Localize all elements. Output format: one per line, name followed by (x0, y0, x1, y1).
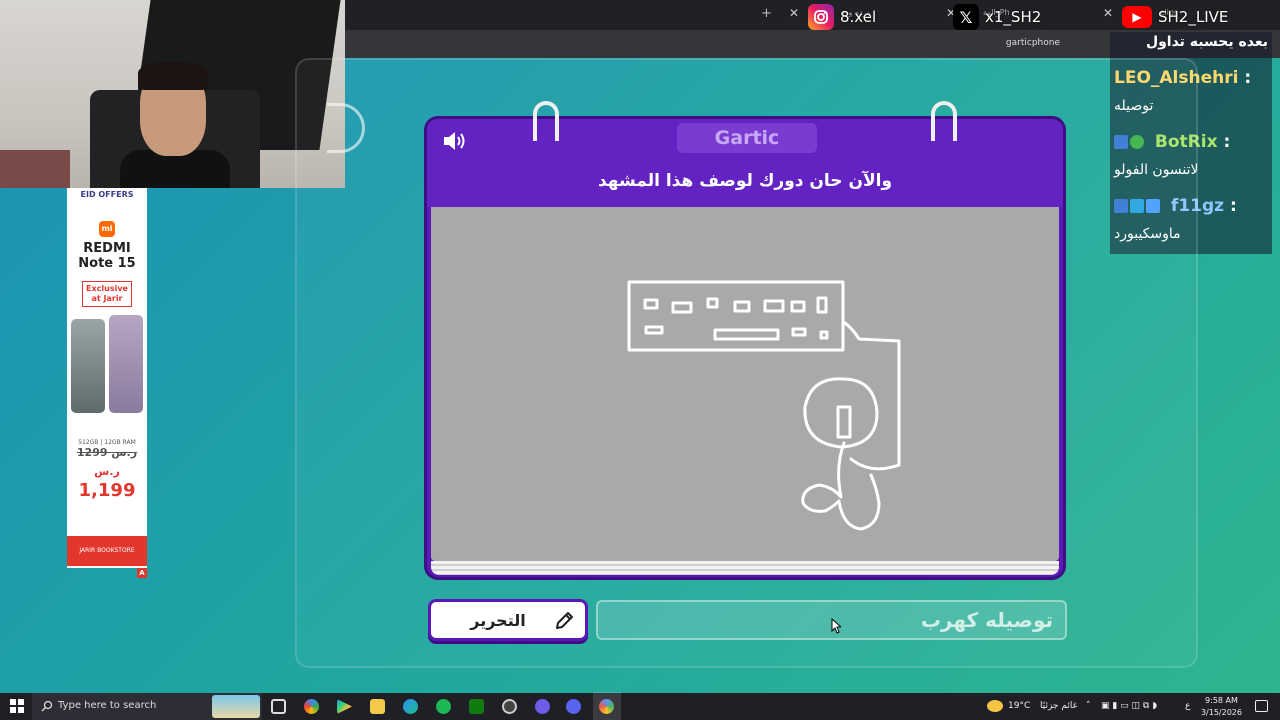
instagram-badge: 8.xel (808, 3, 876, 31)
clock[interactable]: 9:58 AM 3/15/2026 (1201, 695, 1242, 719)
search-icon (41, 700, 53, 712)
edit-button[interactable]: التحرير (428, 599, 588, 641)
card-header: Gartic والآن حان دورك لوصف هذا المشهد (427, 101, 1063, 207)
ad-exclusive-tag: Exclusive at Jarir (82, 281, 132, 307)
x-logo-icon: 𝕏 (953, 4, 979, 30)
speaker-icon[interactable] (441, 129, 469, 153)
tray-icons[interactable]: ▣ ▮ ▭ ◫ ⧉ ◗ (1101, 701, 1157, 711)
weather-label[interactable]: غائم جزئيًا (1040, 701, 1077, 711)
taskbar-search[interactable]: Type here to search (32, 693, 262, 720)
mouse-cursor-icon (831, 618, 841, 634)
xiaomi-logo-icon: mi (99, 221, 115, 237)
weather-temp[interactable]: 19°C (1008, 701, 1030, 711)
binder-ring-icon (931, 101, 957, 141)
streamer-hair (138, 62, 208, 90)
youtube-handle: SH2_LIVE (1158, 8, 1229, 26)
windows-start-icon[interactable] (10, 699, 24, 713)
chat-separator: : (1223, 132, 1231, 152)
paper-stack-edge (431, 561, 1059, 575)
tab-close-icon[interactable]: ✕ (1103, 6, 1113, 20)
ad-tag: EID OFFERS (80, 190, 134, 199)
currency-symbol: ر.س (111, 446, 138, 459)
new-price-value: 1,199 (78, 480, 136, 501)
new-tab-button[interactable]: + (761, 6, 772, 21)
ad-new-price: ر.س 1,199 (67, 459, 147, 501)
windows-taskbar: Type here to search 19°C غائم جزئيًا ˄ ▣… (0, 693, 1280, 720)
webcam-feed (0, 0, 345, 188)
url-text[interactable]: garticphone (1006, 38, 1060, 48)
chat-separator: : (1244, 68, 1252, 88)
ad-specs: 512GB | 12GB RAM (78, 439, 136, 446)
old-price-value: 1299 (76, 446, 108, 459)
instagram-icon (808, 4, 834, 30)
drawing-canvas (431, 207, 1059, 561)
obs-icon[interactable] (502, 699, 517, 714)
spotify-icon[interactable] (436, 699, 451, 714)
clock-date: 3/15/2026 (1200, 708, 1242, 717)
phone-image (71, 315, 143, 413)
language-indicator[interactable]: ع (1185, 701, 1190, 711)
gartic-card: Gartic والآن حان دورك لوصف هذا المشهد (424, 101, 1066, 580)
ad-model: Note 15 (78, 256, 136, 271)
search-placeholder: Type here to search (58, 700, 157, 711)
ad-model: REDMI (83, 241, 131, 256)
chrome-icon[interactable] (304, 699, 319, 714)
search-highlight-image (212, 695, 260, 718)
jarir-store-banner: JARIR BOOKSTORE (67, 536, 147, 566)
youtube-icon: ▶ (1122, 6, 1152, 28)
advertisement[interactable]: EID OFFERS mi REDMI Note 15 Exclusive at… (67, 188, 147, 578)
file-explorer-icon[interactable] (370, 699, 385, 714)
youtube-badge: ▶ SH2_LIVE (1122, 3, 1228, 31)
phone-purple-image (109, 315, 143, 413)
weather-icon[interactable] (987, 700, 1003, 712)
x-handle: x1_SH2 (985, 8, 1042, 26)
app-icon[interactable] (535, 699, 550, 714)
ad-marker: A (137, 568, 147, 578)
chevron-up-icon[interactable]: ˄ (1086, 701, 1091, 711)
play-store-icon[interactable] (337, 699, 352, 714)
discord-icon[interactable] (566, 699, 581, 714)
gartic-logo: Gartic (677, 123, 817, 153)
pencil-icon (553, 610, 575, 632)
chat-message-text: بعده يحسبه تداول (1145, 34, 1268, 50)
notification-icon[interactable] (1255, 700, 1268, 712)
instruction-text: والآن حان دورك لوصف هذا المشهد (597, 171, 893, 191)
binder-ring-icon (533, 101, 559, 141)
active-app-highlight (593, 692, 621, 720)
chat-separator: : (1229, 196, 1237, 216)
currency-symbol: ر.س (94, 465, 120, 478)
xbox-icon[interactable] (469, 699, 484, 714)
clock-time: 9:58 AM (1205, 696, 1238, 705)
keyboard-mouse-drawing (627, 280, 901, 531)
webcam-background (0, 150, 70, 188)
phone-green-image (71, 319, 105, 413)
instagram-handle: 8.xel (840, 8, 877, 26)
tab-close-icon[interactable]: ✕ (789, 6, 799, 20)
x-badge: 𝕏 x1_SH2 (953, 3, 1041, 31)
task-view-icon[interactable] (271, 699, 286, 714)
edit-button-label: التحرير (470, 610, 526, 630)
edge-icon[interactable] (403, 699, 418, 714)
ad-old-price: ر.س 1299 (67, 446, 147, 459)
